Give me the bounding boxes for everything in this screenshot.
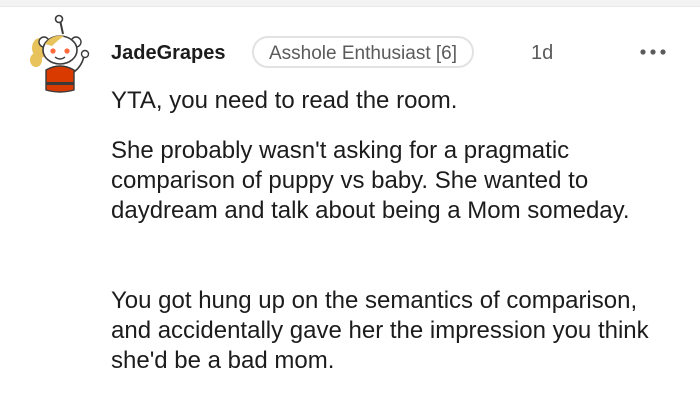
comment: JadeGrapes Asshole Enthusiast [6] 1d YTA… xyxy=(0,0,700,402)
comment-paragraph: She probably wasn't asking for a pragmat… xyxy=(111,137,630,224)
timestamp[interactable]: 1d xyxy=(531,40,553,66)
comment-paragraph: You got hung up on the semantics of comp… xyxy=(111,287,649,374)
username[interactable]: JadeGrapes xyxy=(111,40,226,66)
user-flair: Asshole Enthusiast [6] xyxy=(252,36,474,68)
more-options-button[interactable] xyxy=(636,42,670,62)
reddit-snoo-avatar-icon xyxy=(30,14,90,93)
user-avatar[interactable] xyxy=(30,14,92,94)
more-options-icon xyxy=(640,49,666,55)
comment-paragraph: YTA, you need to read the room. xyxy=(111,87,458,114)
